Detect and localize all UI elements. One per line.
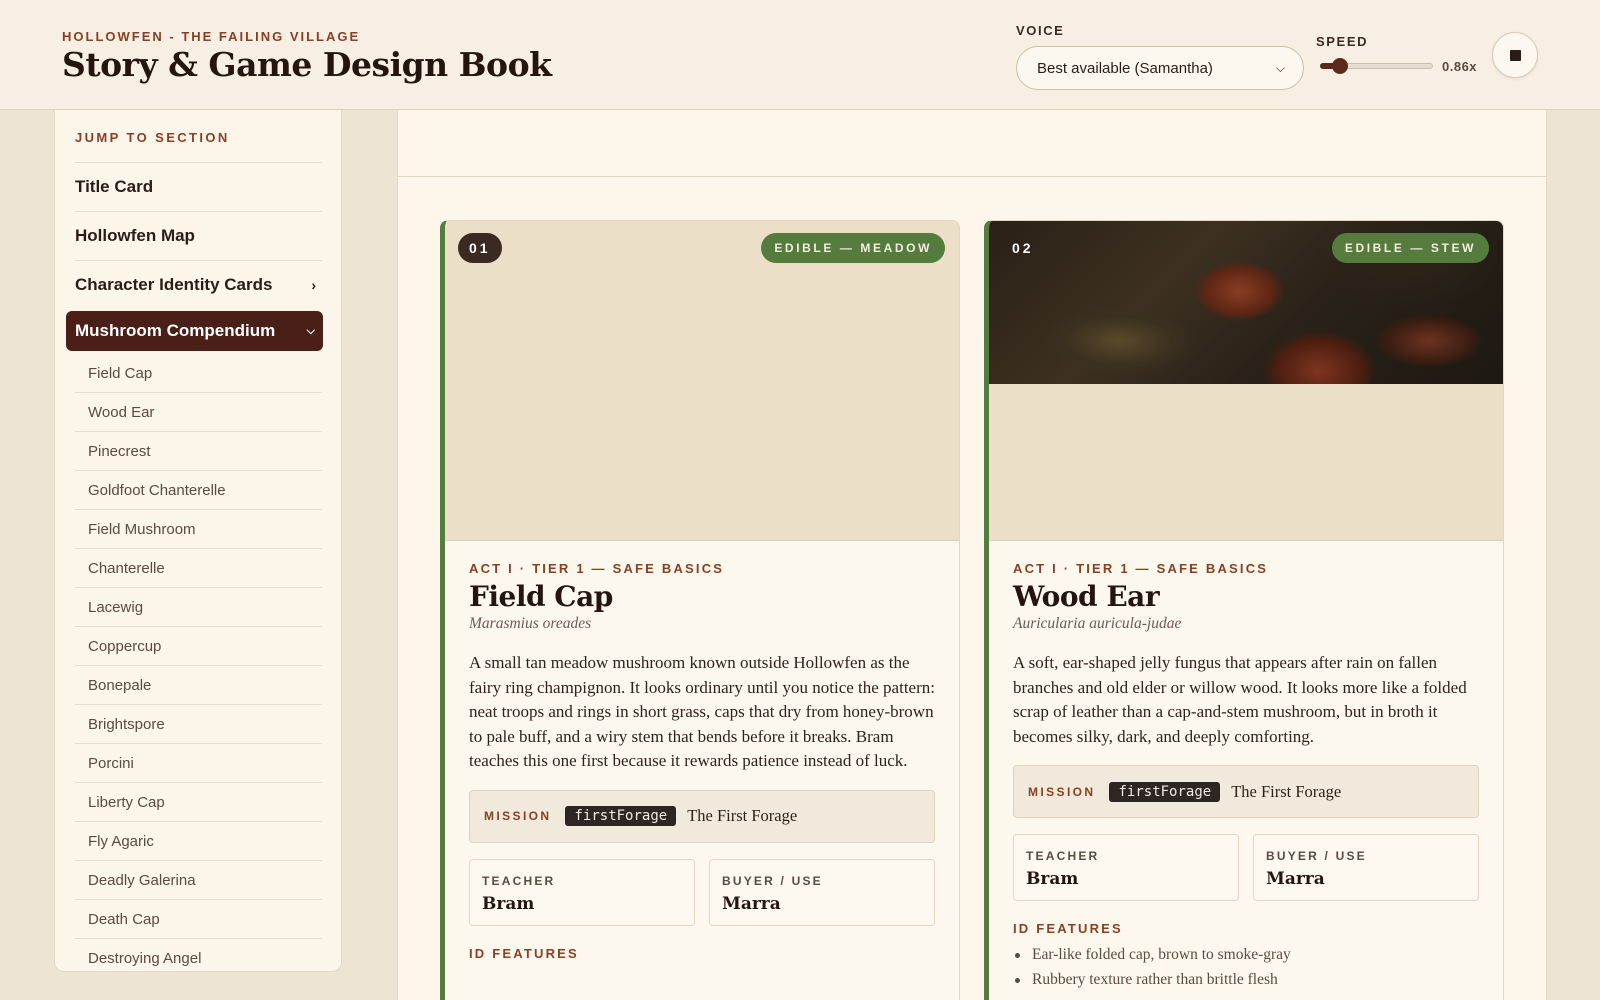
id-features-list: Ear-like folded cap, brown to smoke-gray… — [1013, 942, 1479, 992]
voice-label: VOICE — [1016, 23, 1065, 38]
id-features-heading: ID FEATURES — [469, 945, 579, 961]
sidebar-subitem[interactable]: Goldfoot Chanterelle — [75, 471, 322, 510]
buyer-name: Marra — [1266, 869, 1325, 889]
mission-label: MISSION — [484, 809, 552, 823]
sidebar-item-character-cards[interactable]: Character Identity Cards › — [75, 260, 322, 309]
buyer-name: Marra — [722, 893, 781, 914]
stop-button[interactable] — [1492, 32, 1538, 78]
section-sidebar: JUMP TO SECTION Title Card Hollowfen Map… — [54, 110, 342, 972]
edibility-tag: EDIBLE — MEADOW — [761, 233, 945, 263]
teacher-box: TEACHER Bram — [469, 858, 695, 926]
sidebar-subitem[interactable]: Fly Agaric — [75, 822, 322, 861]
sidebar-item-label: Hollowfen Map — [75, 226, 195, 245]
chevron-down-icon: ⌵ — [1275, 60, 1285, 75]
mushroom-description: A soft, ear-shaped jelly fungus that app… — [1013, 653, 1467, 746]
sidebar-subitem[interactable]: Bonepale — [75, 666, 322, 705]
mission-label: MISSION — [1028, 784, 1096, 799]
card-image-area — [989, 221, 1503, 541]
list-item: Ear-like folded cap, brown to smoke-gray — [1013, 942, 1479, 967]
voice-select[interactable]: Best available (Samantha) ⌵ — [1016, 46, 1304, 90]
teacher-box: TEACHER Bram — [1013, 834, 1239, 901]
list-item: Rubbery texture rather than brittle fles… — [1013, 967, 1479, 992]
sidebar-item-label: Title Card — [75, 177, 154, 196]
sidebar-subitem[interactable]: Porcini — [75, 744, 322, 783]
mushroom-name: Wood Ear — [1013, 580, 1160, 613]
mission-name: The First Forage — [687, 806, 798, 825]
app-header: HOLLOWFEN - THE FAILING VILLAGE Story & … — [0, 0, 1600, 110]
sidebar-subitem[interactable]: Destroying Angel — [75, 939, 322, 971]
mushroom-name: Field Cap — [469, 580, 613, 613]
edibility-tag: EDIBLE — STEW — [1331, 233, 1489, 263]
compendium-sublist: Field Cap Wood Ear Pinecrest Goldfoot Chant… — [75, 354, 322, 971]
sidebar-subitem[interactable]: Field Mushroom — [75, 510, 322, 549]
speed-slider[interactable] — [1320, 58, 1433, 74]
mushroom-description: A small tan meadow mushroom known outsid… — [469, 653, 935, 770]
buyer-label: BUYER / USE — [722, 873, 823, 888]
sidebar-item-mushroom-compendium[interactable]: Mushroom Compendium ⌵ — [66, 311, 323, 351]
sidebar-item-label: Mushroom Compendium — [75, 321, 276, 340]
buyer-box: BUYER / USE Marra — [709, 858, 935, 926]
sidebar-item-label: Character Identity Cards — [75, 275, 273, 294]
mission-box: MISSION firstForage The First Forage — [469, 789, 935, 843]
teacher-name: Bram — [482, 893, 535, 914]
card-number-badge: 01 — [458, 233, 502, 263]
speed-label: SPEED — [1316, 34, 1369, 49]
sidebar-item-title-card[interactable]: Title Card — [75, 162, 322, 211]
buyer-label: BUYER / USE — [1266, 849, 1367, 863]
sidebar-subitem[interactable]: Liberty Cap — [75, 783, 322, 822]
teacher-label: TEACHER — [482, 873, 556, 888]
id-features-heading: ID FEATURES — [1013, 921, 1123, 936]
sidebar-subitem[interactable]: Pinecrest — [75, 432, 322, 471]
page-title: Story & Game Design Book — [62, 45, 552, 84]
mushroom-card: 02 EDIBLE — STEW ACT I · TIER 1 — SAFE B… — [984, 220, 1504, 1000]
sidebar-subitem[interactable]: Chanterelle — [75, 549, 322, 588]
sidebar-item-hollowfen-map[interactable]: Hollowfen Map — [75, 211, 322, 260]
sidebar-subitem[interactable]: Death Cap — [75, 900, 322, 939]
sidebar-subitem[interactable]: Deadly Galerina — [75, 861, 322, 900]
sidebar-subitem[interactable]: Wood Ear — [75, 393, 322, 432]
buyer-box: BUYER / USE Marra — [1253, 834, 1479, 901]
teacher-name: Bram — [1026, 869, 1079, 889]
card-tier: ACT I · TIER 1 — SAFE BASICS — [1013, 561, 1269, 576]
card-number-badge: 02 — [1012, 240, 1034, 256]
mission-name: The First Forage — [1231, 781, 1342, 801]
sidebar-subitem[interactable]: Coppercup — [75, 627, 322, 666]
voice-select-value: Best available (Samantha) — [1037, 59, 1213, 77]
chevron-right-icon: › — [311, 277, 316, 293]
mission-box: MISSION firstForage The First Forage — [1013, 765, 1479, 818]
slider-thumb[interactable] — [1332, 58, 1349, 74]
latin-name: Auricularia auricula-judae — [1013, 615, 1182, 632]
card-image-placeholder — [445, 221, 959, 541]
mission-code: firstForage — [565, 806, 677, 826]
sidebar-heading: JUMP TO SECTION — [75, 130, 230, 145]
chevron-down-icon: ⌵ — [306, 324, 315, 337]
speed-value: 0.86x — [1442, 59, 1478, 74]
sidebar-subitem[interactable]: Lacewig — [75, 588, 322, 627]
mission-code: firstForage — [1109, 781, 1221, 802]
main-content: 01 EDIBLE — MEADOW ACT I · TIER 1 — SAFE… — [397, 110, 1547, 1000]
teacher-label: TEACHER — [1026, 849, 1100, 863]
book-subtitle: HOLLOWFEN - THE FAILING VILLAGE — [62, 29, 361, 44]
mushroom-card: 01 EDIBLE — MEADOW ACT I · TIER 1 — SAFE… — [440, 220, 960, 1000]
content-toolbar — [398, 110, 1546, 177]
stop-icon — [1509, 49, 1521, 61]
sidebar-subitem[interactable]: Field Cap — [75, 354, 322, 393]
card-tier: ACT I · TIER 1 — SAFE BASICS — [469, 561, 725, 576]
sidebar-subitem[interactable]: Brightspore — [75, 705, 322, 744]
latin-name: Marasmius oreades — [469, 615, 592, 632]
